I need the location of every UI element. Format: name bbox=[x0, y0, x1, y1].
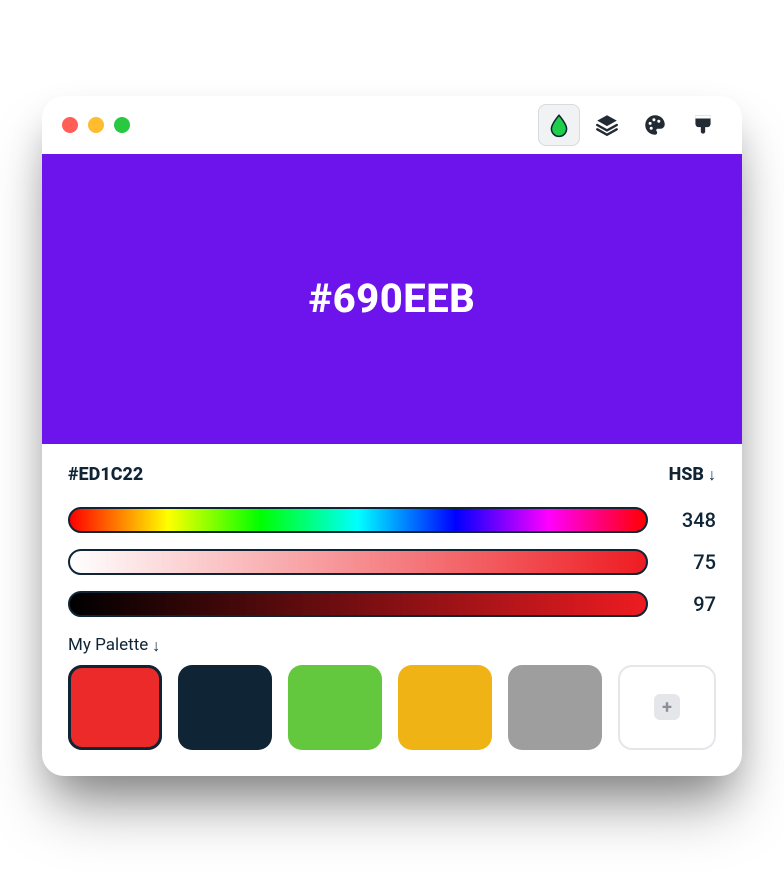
palette-swatch[interactable] bbox=[178, 665, 272, 750]
hsb-sliders: 348 75 97 bbox=[68, 507, 716, 617]
color-picker-window: #690EEB #ED1C22 HSB ↓ 348 75 97 bbox=[42, 96, 742, 776]
brightness-value: 97 bbox=[668, 592, 716, 616]
layers-tool-button[interactable] bbox=[586, 104, 628, 146]
color-preview-panel: #690EEB bbox=[42, 154, 742, 444]
minimize-window-button[interactable] bbox=[88, 117, 104, 133]
zoom-window-button[interactable] bbox=[114, 117, 130, 133]
hue-slider-row: 348 bbox=[68, 507, 716, 533]
close-window-button[interactable] bbox=[62, 117, 78, 133]
brush-icon bbox=[690, 112, 716, 138]
palette-swatch[interactable] bbox=[288, 665, 382, 750]
current-hex-value[interactable]: #ED1C22 bbox=[68, 464, 143, 485]
palette-name-label: My Palette bbox=[68, 635, 148, 655]
palette-swatch[interactable] bbox=[398, 665, 492, 750]
color-mode-dropdown[interactable]: HSB ↓ bbox=[669, 464, 716, 485]
hue-slider[interactable] bbox=[68, 507, 648, 533]
palette-tool-button[interactable] bbox=[634, 104, 676, 146]
brightness-slider[interactable] bbox=[68, 591, 648, 617]
plus-icon: + bbox=[654, 694, 680, 720]
palette-swatch[interactable] bbox=[68, 665, 162, 750]
layers-icon bbox=[594, 112, 620, 138]
hex-mode-row: #ED1C22 HSB ↓ bbox=[68, 464, 716, 485]
chevron-down-icon: ↓ bbox=[152, 638, 160, 654]
color-mode-label: HSB bbox=[669, 464, 704, 485]
droplet-icon bbox=[546, 112, 572, 138]
palette-dropdown[interactable]: My Palette ↓ bbox=[68, 635, 716, 655]
titlebar bbox=[42, 96, 742, 154]
hue-value: 348 bbox=[668, 508, 716, 532]
add-swatch-button[interactable]: + bbox=[618, 665, 716, 750]
palette-icon bbox=[642, 112, 668, 138]
brightness-slider-row: 97 bbox=[68, 591, 716, 617]
saturation-slider[interactable] bbox=[68, 549, 648, 575]
saturation-value: 75 bbox=[668, 550, 716, 574]
controls-panel: #ED1C22 HSB ↓ 348 75 97 My Palette ↓ bbox=[42, 444, 742, 776]
toolbar bbox=[538, 104, 724, 146]
palette-swatches: + bbox=[68, 665, 716, 750]
eyedropper-tool-button[interactable] bbox=[538, 104, 580, 146]
palette-swatch[interactable] bbox=[508, 665, 602, 750]
brush-tool-button[interactable] bbox=[682, 104, 724, 146]
saturation-slider-row: 75 bbox=[68, 549, 716, 575]
chevron-down-icon: ↓ bbox=[708, 467, 716, 483]
preview-hex-label: #690EEB bbox=[309, 275, 476, 322]
window-controls bbox=[62, 117, 130, 133]
